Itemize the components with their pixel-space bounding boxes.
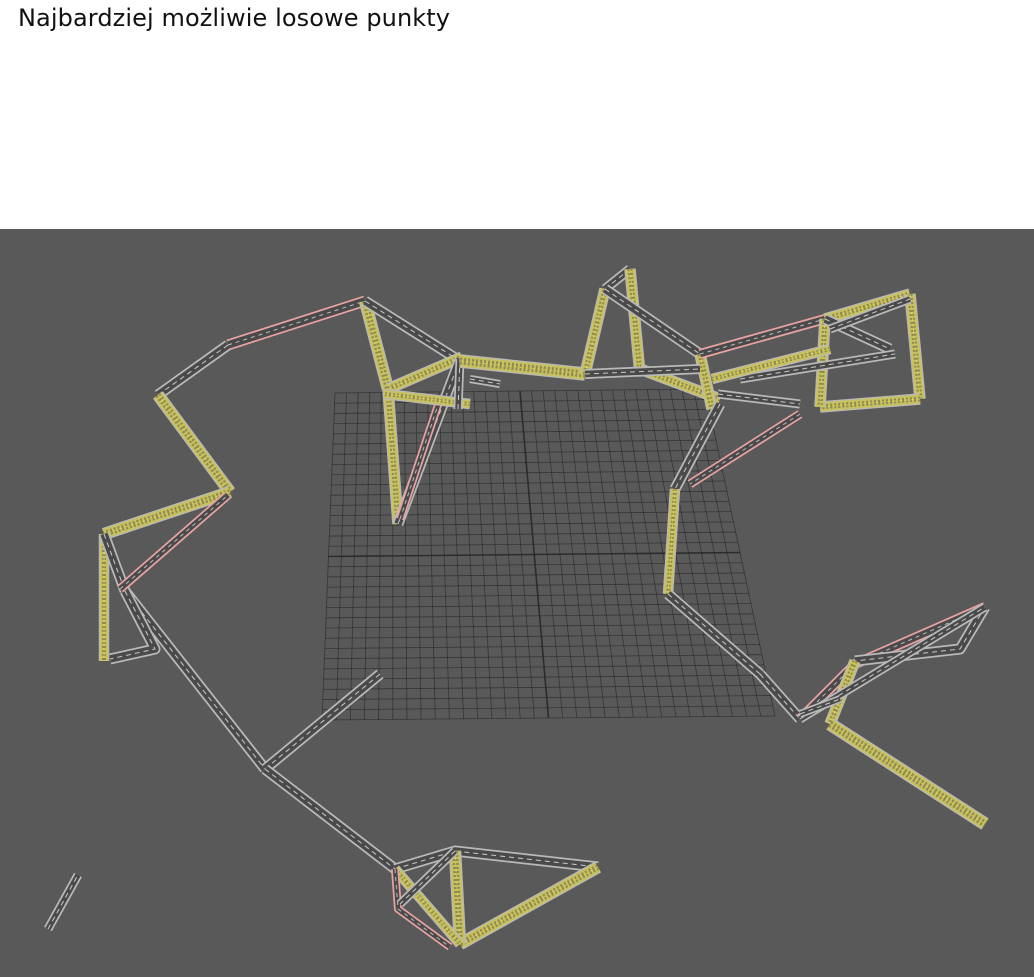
- road-segment: [584, 364, 701, 379]
- 3d-viewport[interactable]: [0, 229, 1034, 977]
- road-segment: [448, 850, 467, 945]
- road-segment: [469, 375, 501, 388]
- road-segment: [662, 488, 681, 595]
- page-title: Najbardziej możliwie losowe punkty: [18, 4, 451, 32]
- road-segment: [819, 393, 921, 413]
- scene-canvas[interactable]: [0, 229, 1034, 977]
